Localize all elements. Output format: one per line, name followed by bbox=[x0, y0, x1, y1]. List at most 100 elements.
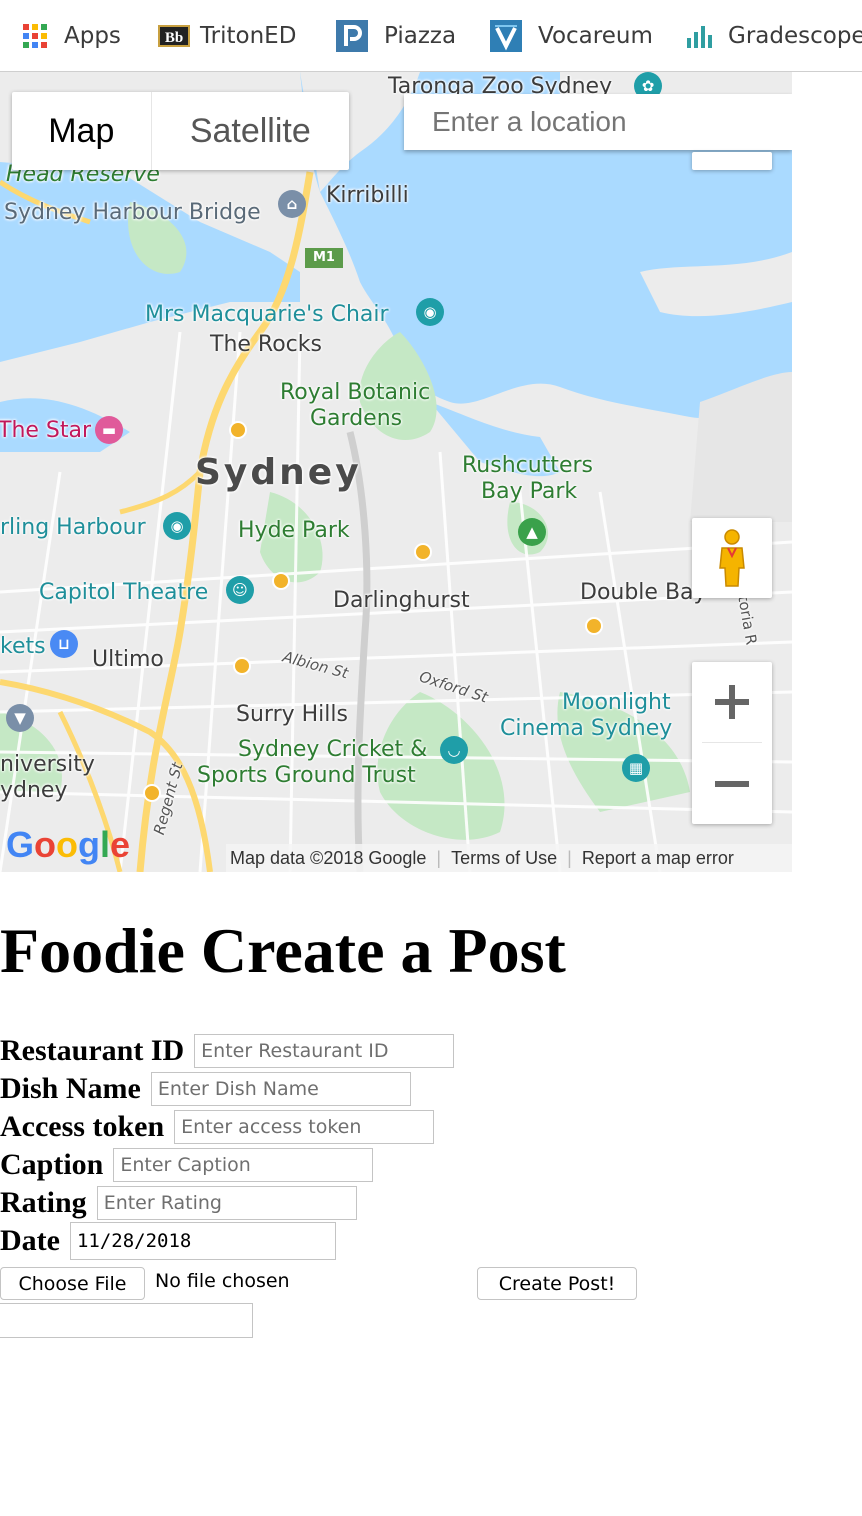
footer-divider: | bbox=[567, 847, 572, 868]
map-label: Hyde Park bbox=[238, 518, 350, 543]
piazza-icon bbox=[336, 20, 368, 52]
zoom-divider bbox=[702, 742, 762, 743]
svg-text:Bb: Bb bbox=[165, 30, 183, 46]
map-label: Sydney Harbour Bridge bbox=[4, 200, 261, 225]
hotel-poi-icon[interactable]: ▬ bbox=[95, 416, 123, 444]
transit-dot-icon[interactable] bbox=[229, 421, 247, 439]
map-label: rling Harbour bbox=[0, 515, 146, 540]
date-label: Date bbox=[0, 1224, 60, 1257]
gradescope-icon bbox=[686, 23, 712, 49]
terms-of-use-link[interactable]: Terms of Use bbox=[451, 848, 557, 869]
bookmark-apps[interactable]: Apps bbox=[22, 18, 121, 54]
vocareum-icon bbox=[490, 20, 522, 52]
cinema-poi-icon[interactable]: ▦ bbox=[622, 754, 650, 782]
restaurant-id-input[interactable] bbox=[194, 1034, 455, 1068]
map-label: Mrs Macquarie's Chair bbox=[145, 302, 389, 327]
map-label: Double Bay bbox=[580, 580, 707, 605]
map-label: Royal Botanic bbox=[280, 380, 431, 405]
map-label: Darlinghurst bbox=[333, 588, 470, 613]
map-label: Sydney Cricket & bbox=[238, 737, 428, 762]
map-label: Rushcutters bbox=[462, 453, 593, 478]
transit-dot-icon[interactable] bbox=[585, 617, 603, 635]
map-label: Capitol Theatre bbox=[39, 580, 209, 605]
map-label: Gardens bbox=[310, 406, 403, 431]
date-input[interactable] bbox=[69, 1222, 336, 1260]
park-poi-icon[interactable]: ▲ bbox=[518, 518, 546, 546]
zoom-in-button[interactable] bbox=[692, 662, 772, 742]
transit-dot-icon[interactable] bbox=[414, 543, 432, 561]
google-map[interactable]: Taronga Zoo Sydney Head Reserve Sydney H… bbox=[0, 72, 792, 872]
date-row: Date bbox=[0, 1222, 336, 1260]
restaurant-id-row: Restaurant ID bbox=[0, 1033, 455, 1069]
camera-poi-icon[interactable]: ◉ bbox=[163, 512, 191, 540]
motorway-shield-icon: M1 bbox=[305, 248, 343, 268]
map-attribution-bar: Map data ©2018 Google | Terms of Use | R… bbox=[226, 844, 792, 872]
zoom-control bbox=[692, 662, 772, 824]
access-token-input[interactable] bbox=[174, 1110, 435, 1144]
choose-file-button[interactable]: Choose File bbox=[0, 1267, 145, 1300]
location-search-input[interactable] bbox=[404, 94, 792, 150]
access-token-row: Access token bbox=[0, 1109, 435, 1145]
report-map-error-link[interactable]: Report a map error bbox=[582, 848, 734, 869]
plus-icon bbox=[715, 685, 749, 719]
bookmark-gradescope[interactable]: Gradescope bbox=[686, 18, 862, 54]
footer-divider: | bbox=[436, 847, 442, 868]
map-label: Cinema Sydney bbox=[500, 716, 673, 741]
zoom-out-button[interactable] bbox=[692, 744, 772, 824]
map-data-attribution: Map data ©2018 Google bbox=[230, 847, 427, 868]
dish-name-input[interactable] bbox=[150, 1072, 411, 1106]
bookmarks-bar: Apps Bb TritonED Piazza Vocareum Gradesc… bbox=[0, 0, 862, 72]
map-label-city: Sydney bbox=[195, 452, 362, 493]
page-title: Foodie Create a Post bbox=[0, 915, 566, 986]
caption-input[interactable] bbox=[113, 1148, 374, 1182]
apps-grid-icon bbox=[22, 23, 48, 49]
map-type-map-button[interactable]: Map bbox=[12, 92, 152, 170]
street-view-pegman-button[interactable] bbox=[692, 518, 772, 598]
map-type-satellite-button[interactable]: Satellite bbox=[152, 92, 349, 170]
dish-name-label: Dish Name bbox=[0, 1072, 141, 1105]
google-logo-text: Google bbox=[6, 824, 131, 865]
university-poi-icon[interactable]: ▼ bbox=[6, 704, 34, 732]
caption-row: Caption bbox=[0, 1147, 374, 1183]
map-label: Bay Park bbox=[481, 479, 578, 504]
access-token-label: Access token bbox=[0, 1110, 165, 1143]
map-label: niversity bbox=[0, 752, 95, 777]
transit-dot-icon[interactable] bbox=[143, 784, 161, 802]
camera-poi-icon[interactable]: ◉ bbox=[416, 298, 444, 326]
minus-icon bbox=[715, 781, 749, 787]
map-label: Ultimo bbox=[92, 647, 164, 672]
bookmark-label: Gradescope bbox=[728, 23, 862, 49]
bridge-poi-icon[interactable]: ⌂ bbox=[278, 190, 306, 218]
map-label: Sports Ground Trust bbox=[197, 763, 416, 788]
bookmark-vocareum[interactable]: Vocareum bbox=[490, 18, 653, 54]
theatre-poi-icon[interactable]: ☺ bbox=[226, 576, 254, 604]
map-label: Kirribilli bbox=[326, 183, 409, 208]
caption-label: Caption bbox=[0, 1148, 104, 1181]
bookmark-label: Apps bbox=[64, 23, 121, 49]
no-file-chosen-text: No file chosen bbox=[155, 1270, 290, 1292]
map-label: kets bbox=[0, 634, 46, 659]
transit-dot-icon[interactable] bbox=[233, 657, 251, 675]
map-label: Surry Hills bbox=[236, 702, 348, 727]
google-logo[interactable]: Google bbox=[6, 824, 130, 866]
rating-label: Rating bbox=[0, 1186, 87, 1219]
stadium-poi-icon[interactable]: ◡ bbox=[440, 736, 468, 764]
pegman-icon bbox=[719, 529, 745, 587]
map-label: The Rocks bbox=[210, 332, 322, 357]
shopping-cart-poi-icon[interactable]: ⊔ bbox=[50, 630, 78, 658]
bookmark-piazza[interactable]: Piazza bbox=[336, 18, 456, 54]
blackboard-icon: Bb bbox=[158, 23, 190, 49]
map-label: The Star bbox=[0, 418, 92, 443]
fullscreen-control-edge[interactable] bbox=[692, 152, 772, 170]
bookmark-label: Vocareum bbox=[538, 23, 653, 49]
extra-text-input[interactable] bbox=[0, 1303, 253, 1338]
rating-input[interactable] bbox=[96, 1186, 357, 1220]
create-post-button[interactable]: Create Post! bbox=[477, 1267, 637, 1300]
transit-dot-icon[interactable] bbox=[272, 572, 290, 590]
bookmark-label: Piazza bbox=[384, 23, 457, 49]
bookmark-tritoned[interactable]: Bb TritonED bbox=[158, 18, 296, 54]
dish-name-row: Dish Name bbox=[0, 1071, 411, 1107]
rating-row: Rating bbox=[0, 1185, 357, 1221]
map-label: Moonlight bbox=[562, 690, 671, 715]
bookmark-label: TritonED bbox=[200, 23, 297, 49]
